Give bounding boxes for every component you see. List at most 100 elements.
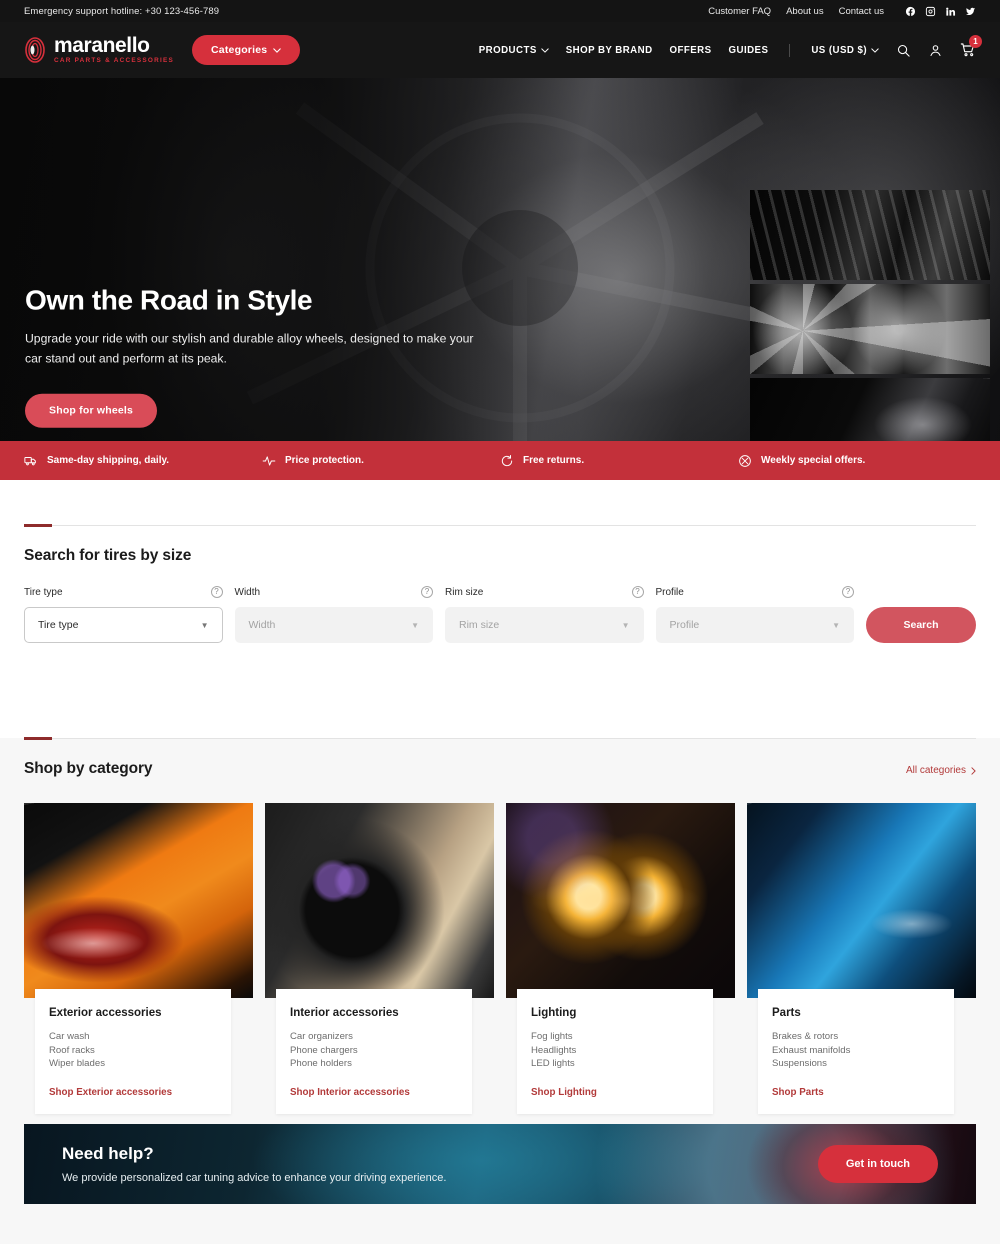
search-icon[interactable] xyxy=(896,43,911,58)
feature-weekly-offers: Weekly special offers. xyxy=(738,454,976,468)
category-item[interactable]: Phone chargers xyxy=(290,1044,458,1058)
hero-content: Own the Road in Style Upgrade your ride … xyxy=(25,285,525,428)
chevron-down-icon: ▼ xyxy=(411,620,419,630)
chevron-down-icon xyxy=(273,47,282,53)
category-card-title: Exterior accessories xyxy=(49,1007,162,1019)
hero-thumbnail-car-profile[interactable] xyxy=(750,378,990,441)
utility-link-about-us[interactable]: About us xyxy=(786,6,824,17)
nav-item-shop-by-brand[interactable]: SHOP BY BRAND xyxy=(566,45,653,56)
brand-name: maranello xyxy=(54,34,150,58)
nav-item-products-label: PRODUCTS xyxy=(478,44,537,56)
category-item[interactable]: Exhaust manifolds xyxy=(772,1044,940,1058)
features-bar: Same-day shipping, daily. Price protecti… xyxy=(0,441,1000,480)
cart-count-badge: 1 xyxy=(969,35,982,48)
currency-selector[interactable]: US (USD $) xyxy=(811,45,879,56)
hero-thumbnail-stack xyxy=(750,190,990,441)
tire-search-header: Search for tires by size xyxy=(24,547,976,565)
nav-item-products[interactable]: PRODUCTS xyxy=(479,45,549,56)
twitter-icon[interactable] xyxy=(965,6,976,17)
profile-select-placeholder: Profile xyxy=(669,619,700,631)
chevron-down-icon xyxy=(871,47,879,53)
help-banner: Need help? We provide personalized car t… xyxy=(24,1124,976,1204)
help-icon[interactable]: ? xyxy=(421,586,433,598)
tag-icon xyxy=(739,454,751,467)
field-label-profile: Profile xyxy=(655,586,684,598)
all-categories-link[interactable]: All categories xyxy=(906,765,976,776)
category-item[interactable]: Headlights xyxy=(531,1044,699,1058)
linkedin-icon[interactable] xyxy=(945,6,956,17)
chevron-right-icon xyxy=(971,766,976,775)
pulse-icon xyxy=(262,455,276,466)
rim-size-select[interactable]: Rim size ▼ xyxy=(445,607,644,643)
chevron-down-icon: ▼ xyxy=(832,620,840,630)
category-card: Exterior accessories Car wash Roof racks… xyxy=(24,803,253,1124)
category-shop-link[interactable]: Shop Interior accessories xyxy=(290,1087,458,1098)
feature-label: Free returns. xyxy=(523,455,585,466)
nav-item-guides[interactable]: GUIDES xyxy=(729,45,769,56)
utility-link-contact-us[interactable]: Contact us xyxy=(839,6,884,17)
section-rule xyxy=(24,524,976,527)
brand-tagline: CAR PARTS & ACCESSORIES xyxy=(54,57,175,65)
shop-for-wheels-button[interactable]: Shop for wheels xyxy=(25,393,158,428)
help-icon[interactable]: ? xyxy=(210,586,223,598)
tire-search-submit-button[interactable]: Search xyxy=(866,607,976,643)
account-icon[interactable] xyxy=(928,43,943,58)
category-item[interactable]: Phone holders xyxy=(290,1057,458,1071)
category-item[interactable]: Suspensions xyxy=(772,1057,940,1071)
category-item[interactable]: Fog lights xyxy=(531,1030,699,1044)
utility-link-customer-faq[interactable]: Customer FAQ xyxy=(708,6,771,17)
width-select-placeholder: Width xyxy=(248,619,276,631)
category-item[interactable]: Car wash xyxy=(49,1030,217,1044)
nav-item-offers[interactable]: OFFERS xyxy=(670,45,712,56)
refresh-icon xyxy=(501,454,513,466)
category-image-interior-accessories[interactable] xyxy=(265,803,494,998)
nav-divider xyxy=(789,43,791,57)
support-hotline: Emergency support hotline: +30 123-456-7… xyxy=(24,5,220,17)
category-card: Interior accessories Car organizers Phon… xyxy=(265,803,494,1124)
categories-button-label: Categories xyxy=(211,44,268,56)
category-item[interactable]: Car organizers xyxy=(290,1030,458,1044)
feature-label: Same-day shipping, daily. xyxy=(47,455,170,466)
category-card-title: Lighting xyxy=(531,1007,577,1019)
field-tire-type: Tire type ? Tire type ▼ xyxy=(24,586,223,643)
hero-subtitle: Upgrade your ride with our stylish and d… xyxy=(25,331,474,366)
category-grid: Exterior accessories Car wash Roof racks… xyxy=(24,803,976,1124)
category-item[interactable]: Brakes & rotors xyxy=(772,1030,940,1044)
category-card-title: Interior accessories xyxy=(290,1007,399,1019)
help-banner-wrapper: Need help? We provide personalized car t… xyxy=(0,1124,1000,1204)
category-item[interactable]: Roof racks xyxy=(49,1044,217,1058)
utility-links: Customer FAQ About us Contact us xyxy=(708,6,976,17)
help-banner-subtitle: We provide personalized car tuning advic… xyxy=(62,1172,447,1184)
field-label-rim-size: Rim size xyxy=(445,586,484,598)
profile-select[interactable]: Profile ▼ xyxy=(655,607,854,643)
categories-button[interactable]: Categories xyxy=(192,35,301,65)
category-item[interactable]: LED lights xyxy=(531,1057,699,1071)
hero-section: Own the Road in Style Upgrade your ride … xyxy=(0,78,1000,441)
cart-icon[interactable]: 1 xyxy=(960,35,982,58)
section-rule xyxy=(24,737,976,740)
nav-right-group: PRODUCTS SHOP BY BRAND OFFERS GUIDES US … xyxy=(479,35,982,58)
facebook-icon[interactable] xyxy=(905,6,916,17)
brand-logo[interactable]: maranello CAR PARTS & ACCESSORIES xyxy=(24,35,174,64)
help-icon[interactable]: ? xyxy=(842,586,854,598)
get-in-touch-button[interactable]: Get in touch xyxy=(817,1145,938,1183)
help-icon[interactable]: ? xyxy=(631,586,644,598)
hero-thumbnail-alloy-wheels[interactable] xyxy=(750,284,990,374)
category-shop-link[interactable]: Shop Exterior accessories xyxy=(49,1087,217,1098)
tire-type-select[interactable]: Tire type ▼ xyxy=(24,607,223,643)
wheel-logo-icon xyxy=(25,37,45,63)
help-banner-content: Need help? We provide personalized car t… xyxy=(62,1144,446,1184)
category-card-body: Exterior accessories Car wash Roof racks… xyxy=(35,989,231,1114)
category-image-lighting[interactable] xyxy=(506,803,735,998)
width-select[interactable]: Width ▼ xyxy=(234,607,433,643)
category-item[interactable]: Wiper blades xyxy=(49,1057,217,1071)
category-shop-link[interactable]: Shop Parts xyxy=(772,1087,940,1098)
instagram-icon[interactable] xyxy=(925,6,936,17)
tire-search-title: Search for tires by size xyxy=(24,547,192,564)
hero-thumbnail-tire-tread[interactable] xyxy=(750,190,990,280)
category-shop-link[interactable]: Shop Lighting xyxy=(531,1087,699,1098)
category-image-parts[interactable] xyxy=(747,803,976,998)
category-header: Shop by category All categories xyxy=(24,760,976,778)
category-card: Parts Brakes & rotors Exhaust manifolds … xyxy=(747,803,976,1124)
category-image-exterior-accessories[interactable] xyxy=(24,803,253,998)
